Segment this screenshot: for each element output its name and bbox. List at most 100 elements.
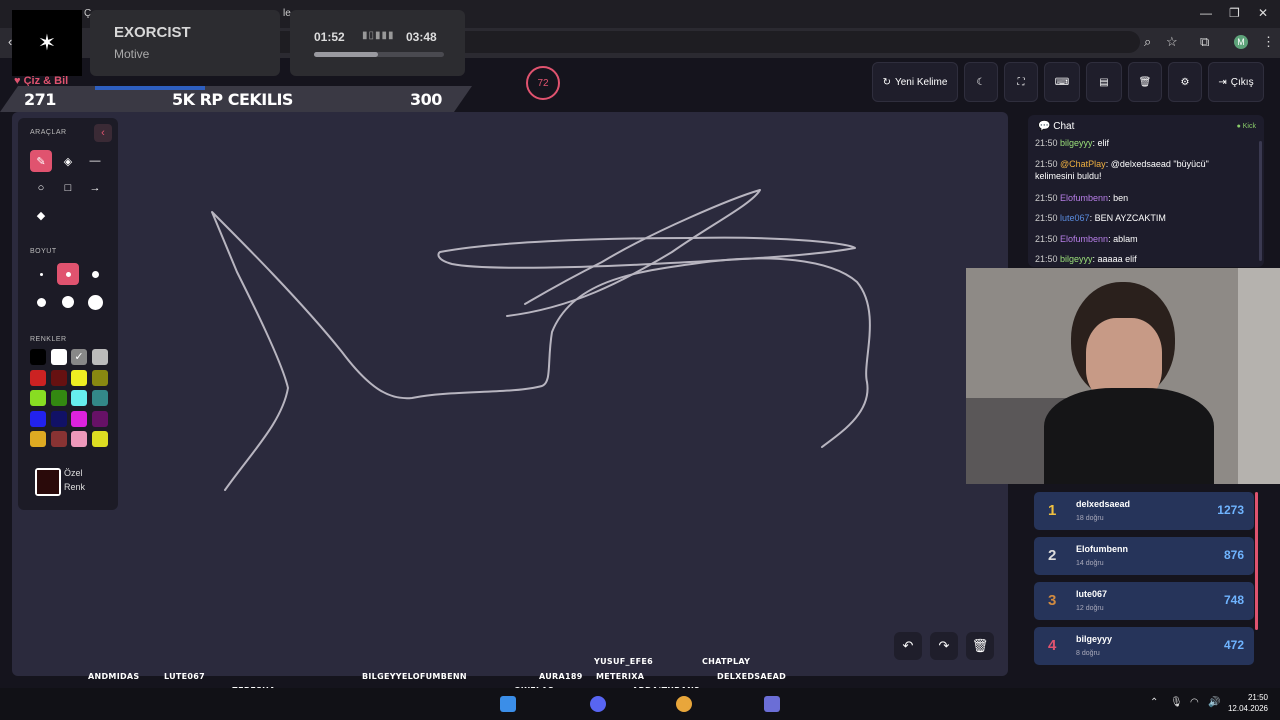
logout-button[interactable]: ⇥ Çıkış (1208, 62, 1264, 102)
arrow-tool[interactable]: → (84, 177, 106, 199)
profile-avatar[interactable]: M (1234, 35, 1248, 49)
leaderboard-name: lute067 (1076, 589, 1108, 599)
bookmark-star-icon[interactable]: ☆ (1166, 34, 1178, 50)
color-swatch[interactable] (91, 349, 108, 365)
maximize-icon[interactable]: ❐ (1229, 6, 1240, 20)
zoom-icon[interactable]: ⌕ (1144, 34, 1151, 50)
color-swatch[interactable] (50, 369, 67, 386)
size-option-2[interactable] (57, 263, 79, 285)
line-tool[interactable]: — (84, 150, 106, 172)
custom-color-fill (37, 470, 59, 494)
color-swatch[interactable] (50, 349, 67, 365)
chat-panel: 💬 Chat ● Kick 21:50 bilgeyyy: elif 21:50 … (1028, 115, 1264, 267)
leaderboard-scrollbar[interactable] (1255, 492, 1258, 630)
fill-tool[interactable]: ◆ (30, 204, 52, 226)
tray-chevron-icon[interactable]: ⌃ (1150, 697, 1158, 708)
leaderboard-row: 1 delxedsaead 18 doğru 1273 (1034, 492, 1254, 530)
windows-start-icon[interactable] (500, 696, 516, 712)
color-swatch[interactable] (71, 431, 87, 447)
chrome-icon[interactable] (676, 696, 692, 712)
undo-button[interactable]: ↶ (894, 632, 922, 660)
chat-username[interactable]: bilgeyyy (1060, 254, 1093, 264)
fullscreen-icon: ⛶ (1017, 76, 1025, 88)
pen-tool[interactable]: ✎ (30, 150, 52, 172)
trash-icon: 🗑 (971, 638, 989, 653)
color-swatch[interactable] (91, 390, 108, 406)
chat-message: 21:50 bilgeyyy: aaaaa elif (1035, 253, 1235, 265)
color-swatch[interactable] (50, 410, 67, 427)
waveform-icon: ▮▯▮▮▮ (362, 30, 395, 41)
keyboard-button[interactable]: ⌨ (1044, 62, 1080, 102)
taskbar-app-icon[interactable] (764, 696, 780, 712)
clock-date: 12.04.2026 (1227, 704, 1268, 713)
chat-username[interactable]: Elofumbenn (1060, 193, 1108, 203)
minimize-icon[interactable]: — (1200, 6, 1212, 20)
color-swatch[interactable] (71, 369, 87, 386)
color-swatch[interactable] (91, 431, 108, 447)
color-swatch[interactable] (50, 431, 67, 447)
chat-message: 21:50 bilgeyyy: elif (1035, 137, 1235, 149)
progress-fill (314, 52, 378, 57)
dark-mode-button[interactable]: ☾ (964, 62, 998, 102)
color-swatch[interactable] (50, 390, 67, 406)
rectangle-tool[interactable]: □ (57, 177, 79, 199)
chat-text: : aaaaa elif (1092, 254, 1137, 264)
chat-username[interactable]: @ChatPlay (1060, 159, 1106, 169)
microphone-icon[interactable]: 🎙 (1170, 697, 1183, 708)
leaderboard-rank: 3 (1048, 592, 1057, 609)
color-swatch[interactable] (91, 369, 108, 386)
live-dot-icon: ● (1236, 123, 1241, 130)
color-swatch[interactable] (30, 410, 46, 427)
size-option-3[interactable] (84, 263, 106, 285)
color-swatch[interactable]: ✓ (71, 349, 87, 365)
banner-title: 5K RP CEKILIS (172, 90, 293, 109)
chat-username[interactable]: Elofumbenn (1060, 234, 1108, 244)
new-word-button[interactable]: ↻ Yeni Kelime (872, 62, 958, 102)
taskbar-clock[interactable]: 21:50 12.04.2026 (1228, 692, 1268, 714)
chat-text: : elif (1092, 138, 1110, 148)
color-swatch[interactable] (91, 410, 108, 427)
circle-icon: ○ (37, 182, 45, 194)
color-swatch[interactable] (30, 349, 46, 365)
leaderboard-points: 748 (1223, 593, 1244, 607)
archive-button[interactable]: ▤ (1086, 62, 1122, 102)
close-icon[interactable]: ✕ (1258, 6, 1268, 20)
custom-color-swatch[interactable] (35, 468, 61, 496)
collapse-panel-button[interactable]: ‹ (94, 124, 112, 142)
fullscreen-button[interactable]: ⛶ (1004, 62, 1038, 102)
size-option-5[interactable] (57, 291, 79, 313)
size-option-1[interactable] (30, 263, 52, 285)
extensions-icon[interactable]: ⧉ (1200, 34, 1209, 50)
color-swatch[interactable] (30, 390, 46, 406)
color-swatch[interactable] (30, 369, 46, 386)
logout-label: Çıkış (1230, 76, 1254, 88)
new-word-label: Yeni Kelime (894, 76, 948, 88)
color-swatch[interactable] (71, 390, 87, 406)
chevron-left-icon: ‹ (101, 127, 105, 139)
size-option-6[interactable] (84, 291, 106, 313)
delete-button[interactable]: 🗑 (1128, 62, 1162, 102)
paint-bucket-icon: ◆ (36, 209, 46, 222)
player-name: LUTE067 (164, 672, 206, 681)
settings-button[interactable]: ⚙ (1168, 62, 1202, 102)
color-swatch[interactable] (71, 410, 87, 427)
custom-color-label-line1: Özel (64, 468, 83, 478)
size-dot (39, 272, 43, 276)
redo-button[interactable]: ↷ (930, 632, 958, 660)
chat-username[interactable]: bilgeyyy (1060, 138, 1093, 148)
discord-icon[interactable] (590, 696, 606, 712)
chat-scrollbar[interactable] (1259, 141, 1262, 261)
size-option-4[interactable] (30, 291, 52, 313)
wifi-icon[interactable]: ◠ (1190, 697, 1199, 708)
drawing-canvas[interactable] (12, 112, 1008, 676)
volume-icon[interactable]: 🔊 (1208, 697, 1220, 708)
clear-canvas-button[interactable]: 🗑 (966, 632, 994, 660)
chat-username[interactable]: lute067 (1060, 213, 1090, 223)
platform-badge: ● Kick (1237, 123, 1256, 130)
eraser-tool[interactable]: ◈ (57, 150, 79, 172)
color-swatch[interactable] (30, 431, 46, 447)
time-total: 03:48 (406, 30, 437, 44)
webcam-person-shirt (1044, 388, 1214, 484)
circle-tool[interactable]: ○ (30, 177, 52, 199)
browser-menu-icon[interactable]: ⋮ (1262, 34, 1275, 50)
